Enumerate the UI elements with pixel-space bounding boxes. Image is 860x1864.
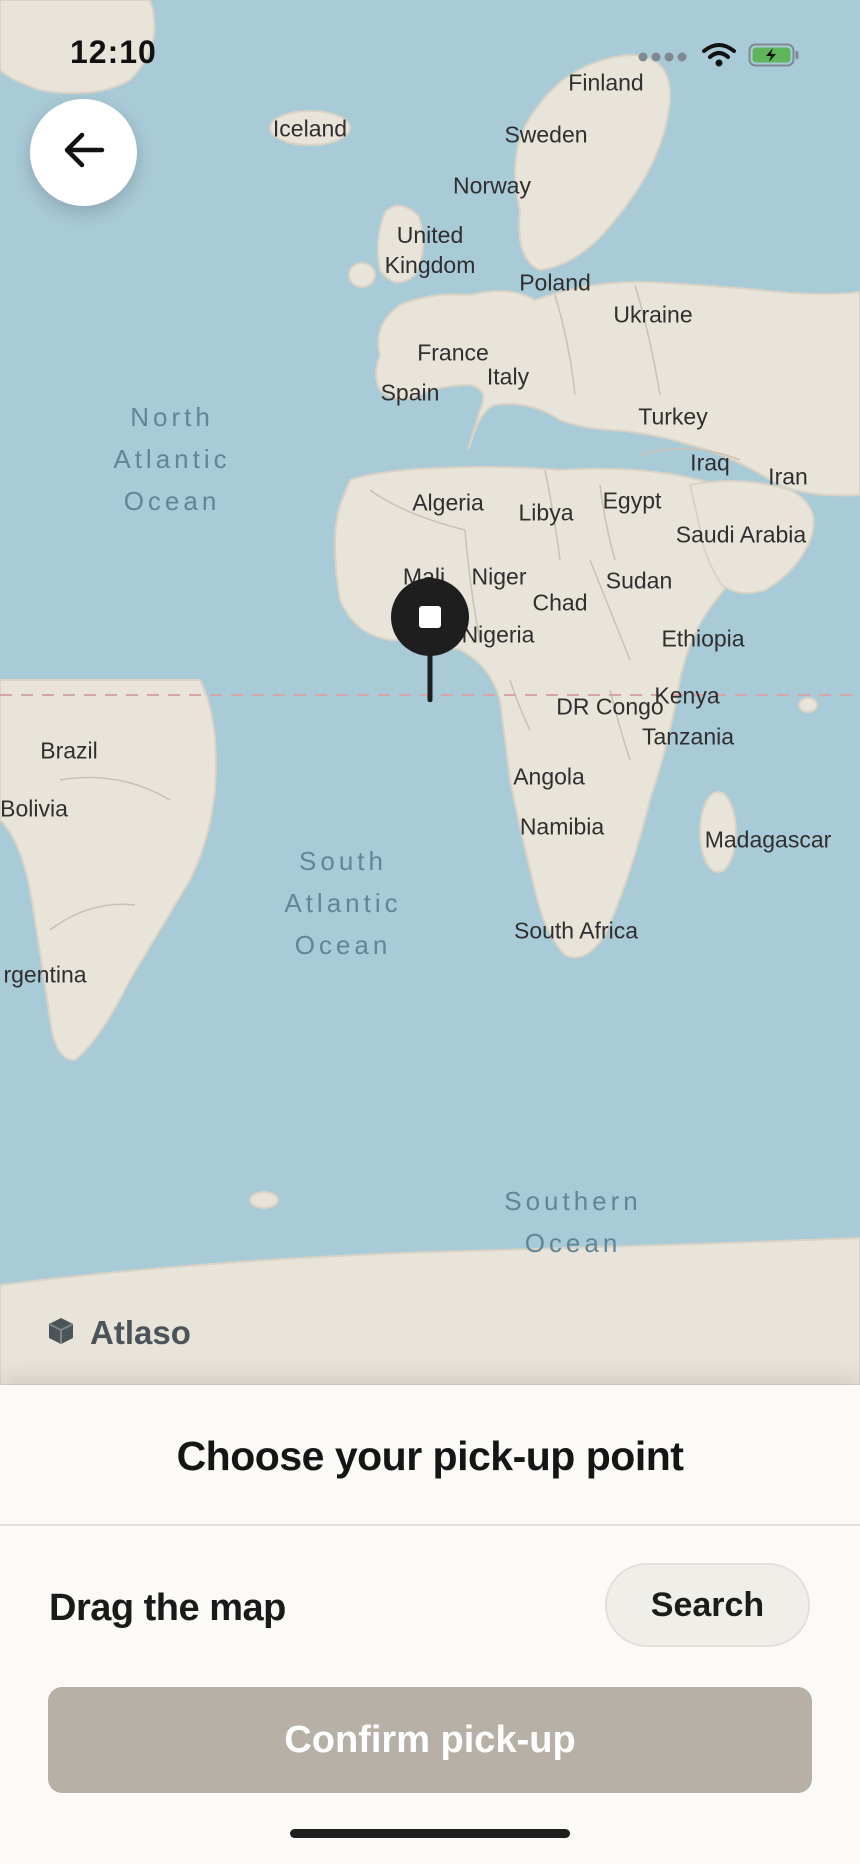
status-bar: 12:10 — [0, 0, 860, 100]
country-label: Tanzania — [641, 723, 735, 750]
arrow-left-icon — [62, 130, 106, 175]
country-label: Angola — [513, 763, 585, 790]
country-label: Algeria — [412, 489, 484, 516]
country-label: Brazil — [40, 737, 98, 764]
back-button[interactable] — [30, 99, 137, 206]
sheet-title: Choose your pick-up point — [176, 1433, 684, 1479]
brand-logo: Atlaso — [46, 1314, 191, 1352]
signal-dots-icon — [638, 49, 690, 67]
country-label: Saudi Arabia — [675, 521, 807, 548]
country-label: DR Congo — [556, 693, 664, 720]
ocean-label-southern: Southern Ocean — [504, 1186, 642, 1258]
country-label: Bolivia — [0, 795, 68, 822]
ocean-label-south-atlantic: South Atlantic Ocean — [284, 846, 402, 960]
battery-charging-icon — [748, 42, 800, 73]
map-view[interactable]: Finland Iceland Sweden Norway United Kin… — [0, 0, 860, 1385]
country-label: Turkey — [638, 403, 708, 430]
status-time: 12:10 — [70, 34, 157, 70]
divider — [0, 1524, 860, 1526]
country-label: Kenya — [654, 682, 720, 709]
country-label: Chad — [532, 589, 588, 616]
country-label: Sweden — [504, 121, 588, 148]
confirm-pickup-button[interactable]: Confirm pick-up — [48, 1687, 812, 1793]
country-label: United Kingdom — [384, 222, 476, 278]
country-label: Norway — [453, 172, 531, 199]
country-label: Egypt — [602, 487, 662, 514]
country-label: Iceland — [272, 115, 348, 142]
ocean-label-north-atlantic: North Atlantic Ocean — [113, 402, 231, 516]
country-label: Italy — [486, 363, 530, 390]
country-label: Ukraine — [613, 301, 693, 328]
country-label: Niger — [471, 563, 527, 590]
status-icons — [638, 42, 800, 73]
search-button[interactable]: Search — [605, 1563, 810, 1647]
country-label: Ethiopia — [661, 625, 745, 652]
location-pin-icon[interactable] — [390, 577, 470, 703]
country-label: Sudan — [605, 567, 673, 594]
cube-logo-icon — [46, 1316, 76, 1351]
bottom-sheet: Choose your pick-up point Drag the map S… — [0, 1385, 860, 1864]
country-label: Libya — [518, 499, 574, 526]
wifi-icon — [702, 42, 736, 73]
brand-name: Atlaso — [90, 1314, 191, 1351]
country-label: Namibia — [519, 813, 605, 840]
drag-map-instruction: Drag the map — [49, 1587, 286, 1629]
home-indicator[interactable] — [290, 1829, 570, 1838]
country-label: Spain — [380, 379, 440, 406]
country-label: France — [417, 339, 489, 366]
country-label: rgentina — [3, 961, 87, 988]
country-label: South Africa — [513, 917, 639, 944]
country-label: Iraq — [690, 449, 730, 476]
country-label: Nigeria — [461, 621, 535, 648]
country-label: Madagascar — [704, 826, 832, 853]
country-label: Poland — [519, 269, 591, 296]
country-label: Iran — [768, 463, 808, 490]
